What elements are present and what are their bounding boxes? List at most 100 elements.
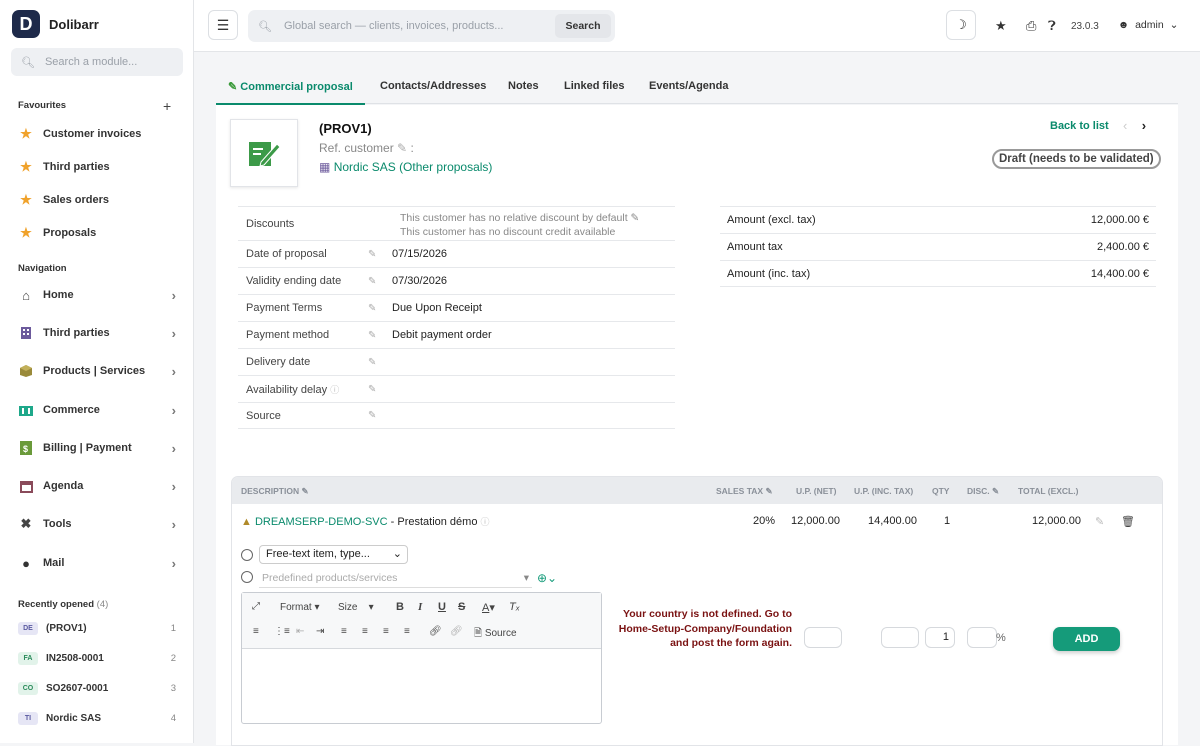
user-name: admin: [1135, 19, 1164, 31]
edit-icon[interactable]: ✎: [368, 384, 392, 395]
qty-input[interactable]: 1: [925, 627, 955, 648]
strikethrough-icon[interactable]: S: [458, 601, 465, 613]
recent-item[interactable]: DE (PROV1) 1: [18, 618, 178, 638]
up-net-input[interactable]: [804, 627, 842, 648]
sidebar-item-agenda[interactable]: Agenda ›: [18, 474, 178, 498]
predefined-product-select[interactable]: Predefined products/services ▾: [259, 569, 532, 588]
align-right-icon[interactable]: ≡: [383, 626, 389, 637]
align-center-icon[interactable]: ≡: [362, 626, 368, 637]
free-text-radio[interactable]: [241, 549, 253, 561]
discount-input[interactable]: [967, 627, 997, 648]
chevron-right-icon: ›: [171, 363, 176, 379]
add-favourite-button[interactable]: +: [163, 98, 171, 114]
underline-icon[interactable]: U: [438, 601, 446, 613]
format-dropdown[interactable]: Format ▾: [280, 602, 319, 613]
product-link[interactable]: DREAMSERP-DEMO-SVC: [255, 516, 388, 528]
edit-icon[interactable]: ✎: [368, 249, 392, 260]
other-proposals-link[interactable]: (Other proposals): [399, 160, 492, 174]
edit-icon[interactable]: ✎: [1095, 515, 1104, 528]
edit-icon[interactable]: ✎: [992, 486, 999, 496]
size-dropdown[interactable]: Size ▾: [338, 602, 374, 613]
next-arrow-icon[interactable]: ›: [1142, 118, 1146, 133]
sidebar-fav-sales-orders[interactable]: ★ Sales orders: [18, 188, 178, 212]
sidebar-item-mail[interactable]: ● Mail ›: [18, 551, 178, 575]
link-icon[interactable]: 🔗︎: [429, 626, 442, 637]
global-search-placeholder: Global search — clients, invoices, produ…: [283, 20, 504, 32]
bullet-list-icon[interactable]: ⋮≡: [274, 626, 290, 637]
edit-icon[interactable]: ✎: [368, 330, 392, 341]
up-inc-input[interactable]: [881, 627, 919, 648]
help-icon[interactable]: ❓︎: [1048, 18, 1056, 34]
recent-item[interactable]: TI Nordic SAS 4: [18, 708, 178, 728]
tab-linked-files[interactable]: Linked files: [564, 80, 625, 102]
unlink-icon[interactable]: 🔗︎: [450, 626, 463, 637]
prev-arrow-icon[interactable]: ‹: [1123, 118, 1127, 133]
edit-icon[interactable]: ✎: [631, 212, 640, 224]
tab-contacts[interactable]: Contacts/Addresses: [380, 80, 486, 102]
align-left-icon[interactable]: ≡: [341, 626, 347, 637]
edit-icon[interactable]: ✎: [301, 486, 308, 496]
recent-item[interactable]: FA IN2508-0001 2: [18, 648, 178, 668]
chevron-down-icon: ⌄: [392, 548, 402, 560]
line-qty: 1: [944, 515, 951, 527]
sidebar-item-billing-payment[interactable]: $ Billing | Payment ›: [18, 436, 178, 460]
description-editor[interactable]: ⤢ Format ▾ Size ▾ B I U S A▾ Tₓ ≡ ⋮≡ ⇤ ⇥…: [241, 592, 602, 724]
edit-icon[interactable]: ✎: [368, 276, 392, 287]
star-icon[interactable]: ★: [995, 18, 1007, 34]
edit-icon[interactable]: ✎: [368, 410, 392, 421]
add-line-button[interactable]: ADD: [1053, 627, 1120, 651]
recent-badge: CO: [18, 681, 38, 695]
maximize-icon[interactable]: ⤢: [252, 601, 260, 612]
sidebar-item-home[interactable]: ⌂ Home ›: [18, 283, 178, 307]
global-search-button[interactable]: Search: [555, 14, 611, 38]
tab-notes[interactable]: Notes: [508, 80, 539, 102]
bold-icon[interactable]: B: [396, 601, 404, 613]
recent-label: Nordic SAS: [46, 712, 102, 724]
tab-events-agenda[interactable]: Events/Agenda: [649, 80, 728, 102]
edit-icon[interactable]: ✎: [368, 357, 392, 368]
menu-toggle-button[interactable]: ☰: [208, 10, 238, 40]
tab-commercial-proposal[interactable]: ✎ Commercial proposal: [216, 80, 365, 105]
sidebar-fav-customer-invoices[interactable]: ★ Customer invoices: [18, 122, 178, 146]
amount-row: Amount tax 2,400.00 €: [720, 233, 1156, 260]
module-search-input[interactable]: 🔍︎ Search a module...: [11, 48, 183, 76]
version-label: 23.0.3: [1071, 21, 1099, 32]
add-product-icon[interactable]: ⊕⌄: [537, 571, 557, 585]
trash-icon[interactable]: 🗑︎: [1121, 515, 1135, 528]
sidebar-fav-proposals[interactable]: ★ Proposals: [18, 221, 178, 245]
brand[interactable]: D Dolibarr: [12, 10, 99, 38]
source-button[interactable]: 🗎︎ Source: [474, 626, 517, 643]
thirdparty-link[interactable]: ▦ Nordic SAS (Other proposals): [319, 160, 492, 174]
sidebar-item-commerce[interactable]: Commerce ›: [18, 398, 178, 422]
svg-text:$: $: [23, 444, 28, 454]
back-to-list-link[interactable]: Back to list: [1050, 120, 1109, 132]
sidebar-item-third-parties[interactable]: Third parties ›: [18, 321, 178, 345]
dark-mode-toggle[interactable]: ☽: [946, 10, 976, 40]
recent-title: Recently opened (4): [18, 599, 109, 610]
ref-customer: Ref. customer ✎ :: [319, 141, 414, 155]
edit-icon[interactable]: ✎: [368, 303, 392, 314]
global-search-input[interactable]: 🔍︎ Global search — clients, invoices, pr…: [248, 10, 615, 42]
chevron-right-icon: ›: [171, 402, 176, 418]
print-icon[interactable]: ⎙: [1026, 18, 1036, 34]
navigation-title: Navigation: [18, 263, 67, 274]
align-justify-icon[interactable]: ≡: [404, 626, 410, 637]
predefined-radio[interactable]: [241, 571, 253, 583]
sidebar-item-products-services[interactable]: Products | Services ›: [18, 359, 178, 383]
edit-icon[interactable]: ✎: [397, 141, 407, 155]
recent-num: 1: [170, 622, 176, 634]
free-text-type-select[interactable]: Free-text item, type... ⌄: [259, 545, 408, 564]
building-icon: ▦: [319, 160, 331, 174]
sidebar-item-tools[interactable]: ✖ Tools ›: [18, 512, 178, 536]
indent-icon[interactable]: ⇥: [316, 626, 324, 637]
outdent-icon[interactable]: ⇤: [296, 626, 304, 637]
remove-format-icon[interactable]: Tₓ: [509, 601, 520, 613]
recent-item[interactable]: CO SO2607-0001 3: [18, 678, 178, 698]
italic-icon[interactable]: I: [418, 601, 422, 613]
sidebar-fav-third-parties[interactable]: ★ Third parties: [18, 155, 178, 179]
edit-icon[interactable]: ✎: [765, 486, 772, 496]
user-menu[interactable]: ☻ admin ⌄: [1118, 19, 1178, 31]
text-color-icon[interactable]: A▾: [482, 601, 495, 614]
recent-badge: DE: [18, 621, 38, 635]
numbered-list-icon[interactable]: ≡: [253, 626, 259, 637]
